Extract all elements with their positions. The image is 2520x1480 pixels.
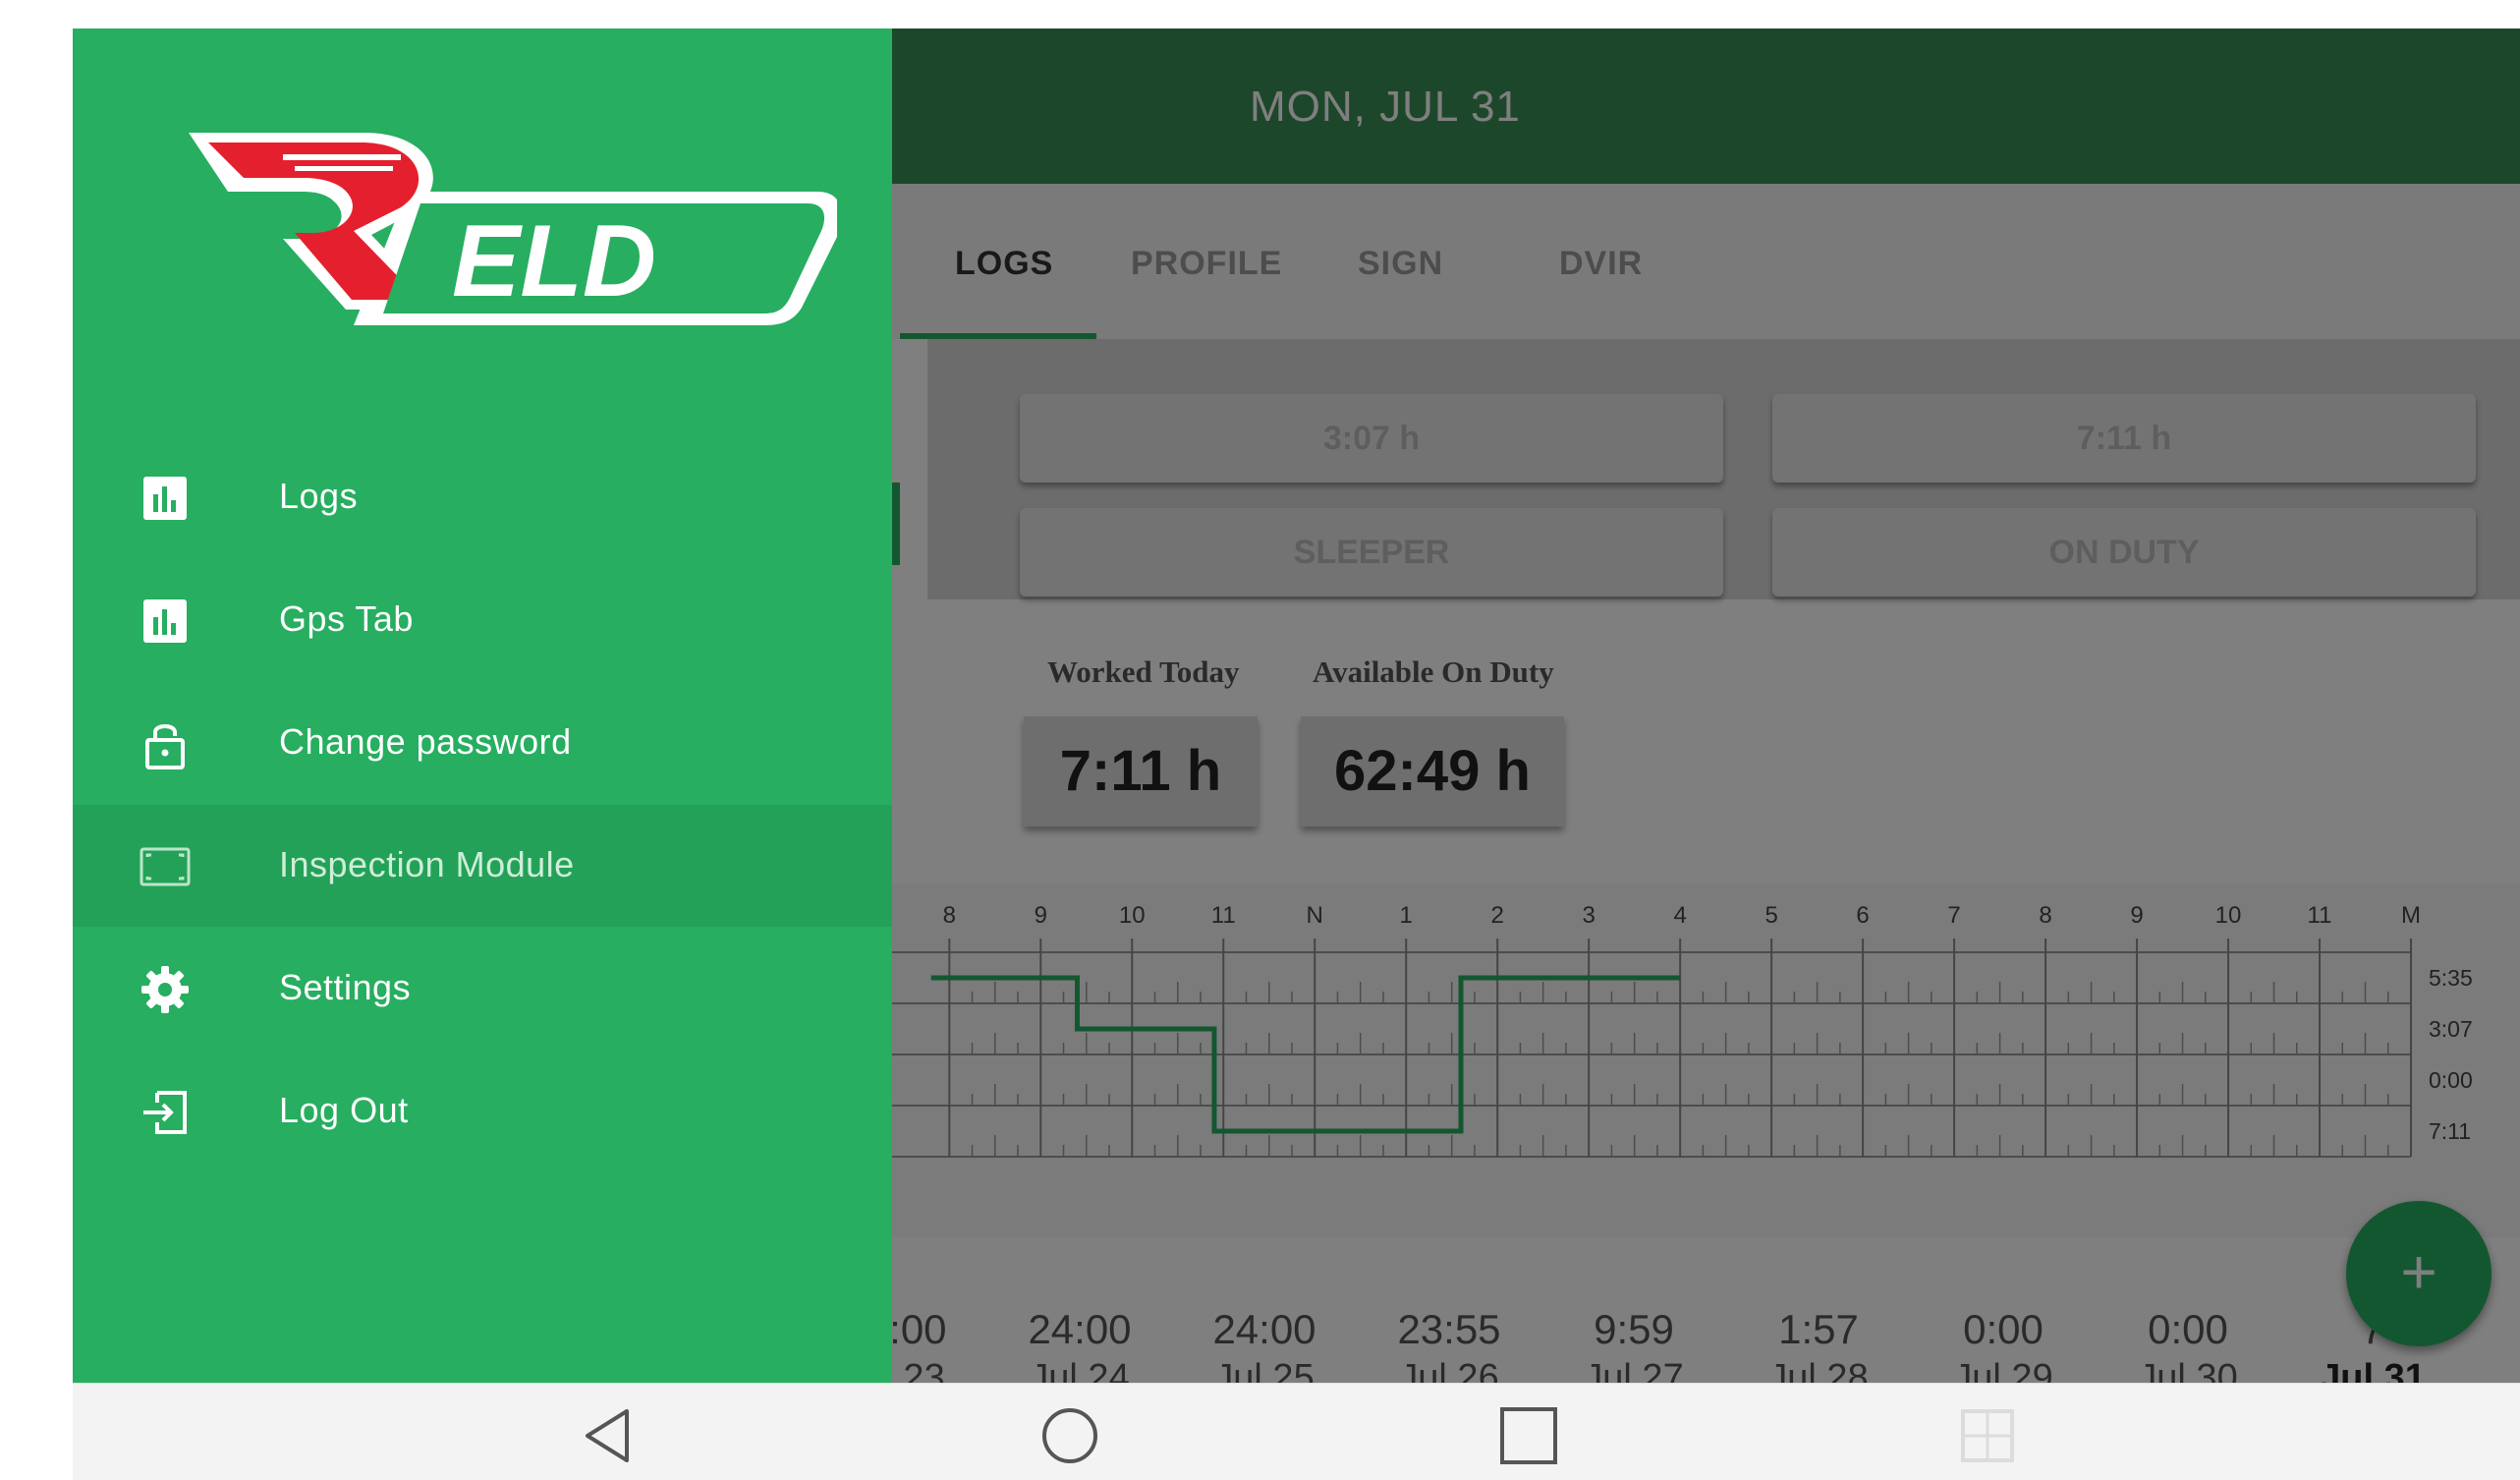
device-screen: MON, JUL 31 LOGS PROFILE SIGN DVIR 3:07 … [73,28,2520,1480]
drawer-item-logs[interactable]: Logs [73,436,892,558]
drawer-item-change-password-label: Change password [279,721,572,762]
inspection-frame-icon [140,847,191,886]
drawer-item-settings[interactable]: Settings [73,928,892,1050]
navigation-drawer: ELD Logs Gps Tab Change password Inspect… [73,28,892,1383]
drawer-item-logs-label: Logs [279,476,359,516]
back-icon[interactable] [576,1401,644,1470]
home-icon[interactable] [1036,1401,1104,1470]
drawer-item-settings-label: Settings [279,967,412,1007]
gear-icon [141,966,189,1013]
drawer-item-gps-tab-label: Gps Tab [279,598,414,639]
system-navigation-bar [73,1383,2520,1480]
recents-icon[interactable] [1494,1401,1563,1470]
bar-chart-icon [143,599,187,643]
drawer-item-log-out-label: Log Out [279,1090,409,1130]
screenshot-icon[interactable] [1953,1401,2022,1470]
drawer-item-inspection-module-label: Inspection Module [279,844,575,884]
drawer-item-change-password[interactable]: Change password [73,682,892,804]
logout-icon [143,1091,187,1134]
drawer-item-gps-tab[interactable]: Gps Tab [73,559,892,681]
reld-logo: ELD [189,133,837,325]
drawer-item-log-out[interactable]: Log Out [73,1051,892,1172]
reld-logo-text: ELD [452,204,656,318]
lock-icon [145,724,185,769]
bar-chart-icon [143,477,187,520]
drawer-item-inspection-module[interactable]: Inspection Module [73,805,892,927]
